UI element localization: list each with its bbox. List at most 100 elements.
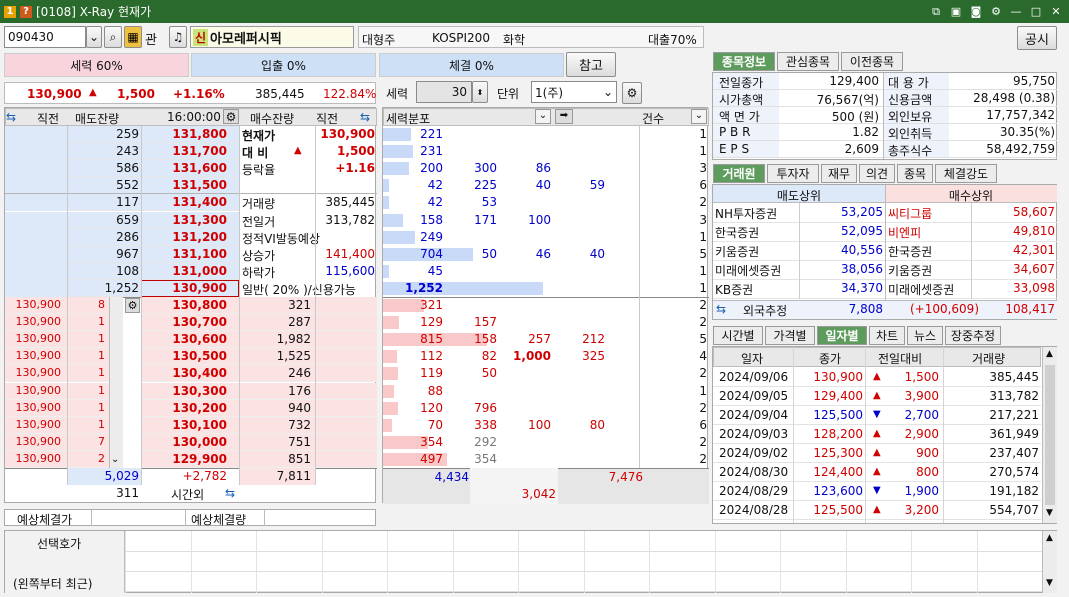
window-number-badge[interactable]: 1	[4, 5, 16, 18]
sell-broker-name[interactable]: NH투자증권	[715, 205, 777, 222]
ask-dist-value: 100	[528, 212, 551, 227]
buy-broker-name[interactable]: 비엔피	[888, 224, 921, 241]
daily-tab-1[interactable]: 가격별	[765, 326, 815, 345]
daily-change: 3,900	[904, 389, 939, 403]
broker-tab-3[interactable]: 의견	[859, 164, 895, 183]
broker-tab-1[interactable]: 투자자	[767, 164, 819, 183]
bid-price[interactable]: 130,300	[141, 384, 227, 398]
bid-dist-value: 80	[589, 417, 605, 432]
unit-label: 단위	[497, 87, 520, 101]
scroll-thumb[interactable]	[1045, 365, 1055, 505]
seryeok-input[interactable]: 30	[416, 81, 472, 103]
ask-price[interactable]: 131,700	[141, 144, 227, 158]
daily-close: 129,400	[813, 389, 863, 403]
ask-price[interactable]: 130,900	[141, 281, 227, 295]
bid-price[interactable]: 130,200	[141, 401, 227, 415]
daily-scrollbar[interactable]: ▲ ▼	[1042, 347, 1057, 523]
bid-price[interactable]: 130,000	[141, 435, 227, 449]
ask-price[interactable]: 131,800	[141, 127, 227, 141]
swap-right-icon[interactable]: ⇆	[360, 110, 370, 124]
dist-count: 3	[699, 161, 707, 176]
after-hours-swap-icon[interactable]: ⇆	[225, 486, 235, 500]
bottom-scroll-down-icon[interactable]: ▼	[1046, 578, 1053, 588]
ticks-scroll-down-icon[interactable]: ⌄	[111, 454, 119, 465]
dist-count: 2	[699, 195, 707, 210]
broker-tab-0[interactable]: 거래원	[713, 164, 765, 183]
bid-price[interactable]: 129,900	[141, 452, 227, 466]
gear-icon[interactable]: ⚙	[989, 5, 1003, 19]
sell-broker-name[interactable]: 미래에셋증권	[715, 262, 781, 279]
bell-icon[interactable]: ♫	[169, 26, 187, 48]
maximize-icon[interactable]: □	[1029, 5, 1043, 19]
sell-broker-name[interactable]: 한국증권	[715, 224, 759, 241]
ob-settings-icon[interactable]: ⚙	[223, 109, 239, 124]
daily-tab-2[interactable]: 일자별	[817, 326, 867, 345]
daily-tab-4[interactable]: 뉴스	[907, 326, 943, 345]
calendar-icon[interactable]: ▦	[124, 26, 142, 48]
close-icon[interactable]: ✕	[1049, 5, 1063, 19]
unit-select[interactable]: 1(주) ⌄	[531, 81, 617, 103]
daily-tab-3[interactable]: 차트	[869, 326, 905, 345]
bottom-scrollbar[interactable]: ▲ ▼	[1042, 531, 1057, 593]
sell-broker-name[interactable]: KB증권	[715, 281, 753, 298]
ask-price[interactable]: 131,500	[141, 178, 227, 192]
ask-price[interactable]: 131,200	[141, 230, 227, 244]
bid-price[interactable]: 130,700	[141, 315, 227, 329]
buy-broker-name[interactable]: 한국증권	[888, 243, 932, 260]
foreign-swap-icon[interactable]: ⇆	[716, 302, 726, 316]
seryeok-spinner-icon[interactable]: ⬍	[472, 81, 488, 103]
broker-tab-5[interactable]: 체결강도	[935, 164, 997, 183]
bid-price[interactable]: 130,400	[141, 366, 227, 380]
ask-price[interactable]: 131,400	[141, 195, 227, 209]
daily-change: 900	[916, 446, 939, 460]
help-badge[interactable]: ?	[20, 5, 32, 18]
dist-count: 1	[699, 280, 707, 295]
camera-icon[interactable]: ◙	[969, 5, 983, 19]
buy-broker-name[interactable]: 키움증권	[888, 262, 932, 279]
ask-price[interactable]: 131,100	[141, 247, 227, 261]
stock-code-input[interactable]: 090430	[4, 26, 86, 48]
broker-tab-2[interactable]: 재무	[821, 164, 857, 183]
daily-tab-5[interactable]: 장중추정	[945, 326, 1001, 345]
scroll-down-icon[interactable]: ▼	[1046, 508, 1053, 518]
dist-dropdown-icon[interactable]: ⌄	[535, 109, 551, 124]
link-icon[interactable]: ⧉	[929, 5, 943, 19]
daily-tab-0[interactable]: 시간별	[713, 326, 763, 345]
daily-header-date: 일자	[741, 352, 764, 366]
ref-button[interactable]: 참고	[566, 52, 616, 77]
bid-price[interactable]: 130,800	[141, 298, 227, 312]
info-tab-0[interactable]: 종목정보	[713, 52, 775, 71]
ask-price[interactable]: 131,600	[141, 161, 227, 175]
swap-left-icon[interactable]: ⇆	[6, 110, 16, 124]
info-tab-2[interactable]: 이전종목	[841, 52, 903, 71]
tick-qty: 1	[98, 366, 105, 380]
dist-arrow-icon[interactable]: ➡	[555, 109, 573, 124]
info-tab-1[interactable]: 관심종목	[777, 52, 839, 71]
buy-broker-name[interactable]: 씨티그룹	[888, 205, 932, 222]
tick-qty: 1	[98, 383, 105, 397]
bid-price[interactable]: 130,100	[141, 418, 227, 432]
minimize-icon[interactable]: —	[1009, 5, 1023, 19]
ask-price[interactable]: 131,300	[141, 213, 227, 227]
ticks-scrollbar[interactable]	[109, 297, 123, 468]
bid-price[interactable]: 130,600	[141, 332, 227, 346]
notice-button[interactable]: 공시	[1017, 26, 1057, 50]
bottom-scroll-up-icon[interactable]: ▲	[1046, 533, 1053, 543]
dist-settings-icon[interactable]: ⚙	[622, 82, 642, 104]
scroll-up-icon[interactable]: ▲	[1046, 349, 1053, 359]
search-icon[interactable]: ⌕	[104, 26, 122, 48]
sell-broker-name[interactable]: 키움증권	[715, 243, 759, 260]
count-dropdown-icon[interactable]: ⌄	[691, 109, 707, 124]
ask-dist-value: 231	[420, 144, 443, 159]
daily-volume: 313,782	[989, 389, 1039, 403]
bid-price[interactable]: 130,500	[141, 349, 227, 363]
ask-price[interactable]: 131,000	[141, 264, 227, 278]
buy-broker-name[interactable]: 미래에셋증권	[888, 281, 954, 298]
gwan-label[interactable]: 관	[145, 29, 157, 48]
daily-change: 2,700	[904, 408, 939, 422]
ticks-settings-icon[interactable]: ⚙	[125, 298, 140, 313]
broker-tab-4[interactable]: 종목	[897, 164, 933, 183]
daily-volume: 237,407	[989, 446, 1039, 460]
code-dropdown-icon[interactable]: ⌄	[86, 26, 102, 48]
lock-icon[interactable]: ▣	[949, 5, 963, 19]
